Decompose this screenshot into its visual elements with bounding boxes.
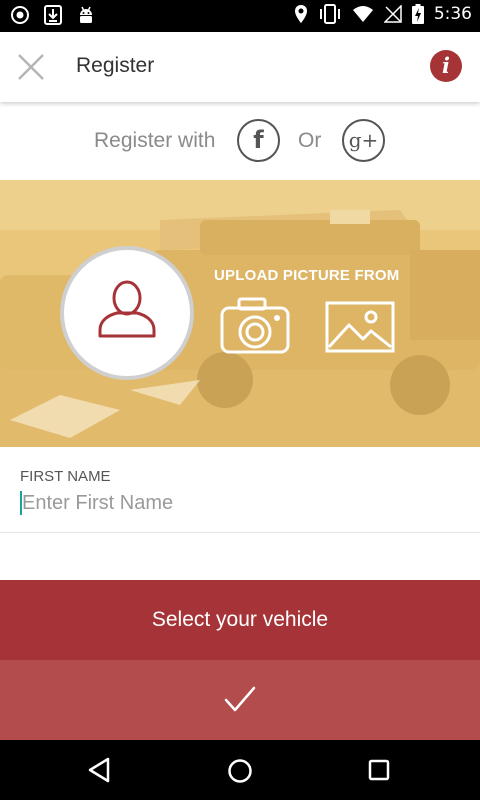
avatar-button[interactable] (60, 246, 194, 380)
first-name-label: FIRST NAME (20, 468, 111, 485)
or-label: Or (298, 129, 322, 152)
social-register-row: Register with f Or g+ (0, 102, 480, 180)
android-icon (80, 6, 92, 23)
google-plus-icon: g+ (348, 128, 379, 152)
photo-upload-panel: UPLOAD PICTURE FROM (0, 180, 480, 447)
download-icon (44, 5, 62, 25)
home-icon[interactable] (226, 757, 254, 785)
first-name-field-section: FIRST NAME (0, 447, 480, 533)
check-icon (224, 686, 256, 712)
vibrate-icon (319, 4, 340, 24)
wifi-icon (352, 6, 373, 22)
page-title: Register (76, 54, 155, 77)
user-icon (98, 280, 156, 338)
upload-picture-label: UPLOAD PICTURE FROM (214, 267, 400, 284)
close-icon (18, 54, 44, 80)
first-name-input[interactable] (20, 489, 460, 517)
status-left-icons (10, 5, 96, 25)
facebook-icon: f (253, 126, 264, 154)
select-vehicle-button[interactable]: Select your vehicle (0, 580, 480, 660)
no-signal-icon (383, 5, 402, 23)
back-icon[interactable] (86, 757, 112, 783)
google-plus-button[interactable]: g+ (342, 119, 385, 162)
image-icon (325, 301, 395, 353)
facebook-button[interactable]: f (237, 119, 280, 162)
info-button[interactable]: i (430, 50, 462, 82)
register-with-label: Register with (94, 129, 216, 152)
battery-charging-icon (411, 4, 424, 24)
gallery-button[interactable] (325, 301, 395, 358)
info-icon: i (442, 53, 450, 78)
camera-icon (220, 297, 290, 354)
status-time: 5:36 (433, 4, 472, 24)
app-bar: Register i (0, 32, 480, 102)
navigation-bar (0, 740, 480, 800)
confirm-button[interactable] (0, 660, 480, 740)
recents-icon[interactable] (367, 758, 391, 782)
status-bar: 5:36 (0, 0, 480, 32)
location-icon (294, 5, 307, 23)
camera-button[interactable] (219, 296, 291, 363)
close-button[interactable] (14, 50, 48, 84)
record-icon (11, 6, 29, 24)
status-right-icons: 5:36 (294, 4, 472, 24)
text-cursor (20, 491, 22, 515)
